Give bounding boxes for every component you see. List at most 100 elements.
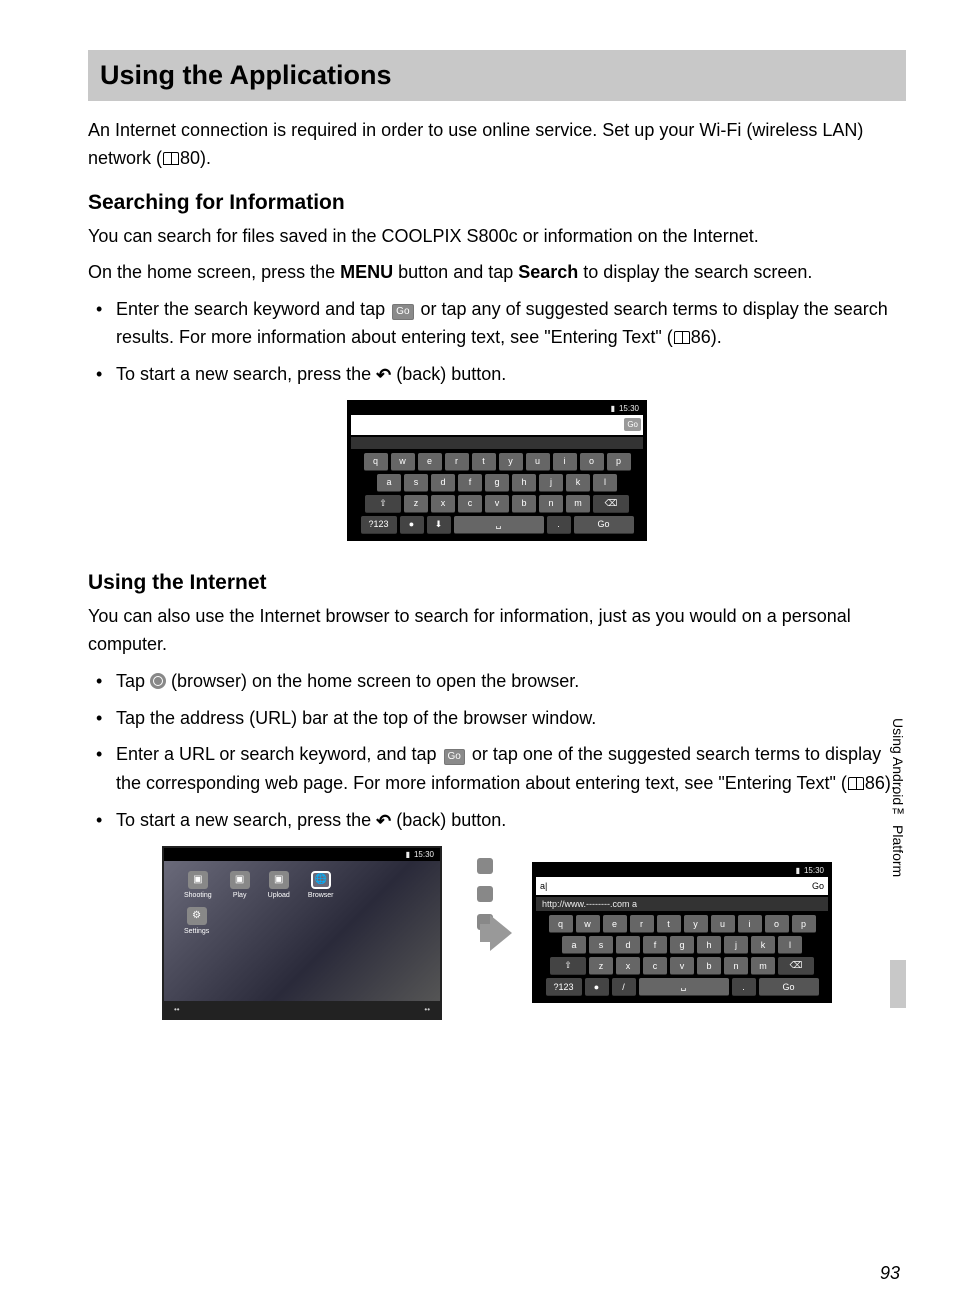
keyboard-key: c (458, 495, 482, 513)
keyboard-key: d (431, 474, 455, 492)
keyboard-key: x (616, 957, 640, 975)
section2-p1: You can also use the Internet browser to… (88, 603, 906, 659)
keyboard: qwertyuiop asdfghjkl ⇧zxcvbnm⌫ ?123●/␣.G… (534, 913, 830, 1001)
home-icon-settings: ⚙Settings (184, 907, 209, 935)
status-time: 15:30 (804, 866, 824, 875)
arrow-icon (490, 915, 512, 951)
keyboard-key: y (499, 453, 523, 471)
keyboard-key: h (512, 474, 536, 492)
keyboard-key: b (512, 495, 536, 513)
home-icon-upload: ▣Upload (268, 871, 290, 899)
keyboard-key: f (458, 474, 482, 492)
keyboard-key: q (549, 915, 573, 933)
keyboard-key: z (589, 957, 613, 975)
search-input-strip: Go (351, 415, 643, 435)
keyboard-key: g (485, 474, 509, 492)
keyboard-key: w (576, 915, 600, 933)
keyboard-key: ● (400, 516, 424, 534)
keyboard-key: r (445, 453, 469, 471)
keyboard-key: Go (759, 978, 819, 996)
figure-search-keyboard: ▮ 15:30 Go qwertyuiop asdfghjkl ⇧zxcvbnm⌫… (347, 400, 647, 541)
search-label: Search (518, 262, 578, 282)
keyboard-key: j (724, 936, 748, 954)
keyboard-key: ␣ (639, 978, 729, 996)
shooting-icon: ▣ (188, 871, 208, 889)
keyboard: qwertyuiop asdfghjkl ⇧zxcvbnm⌫ ?123●⬇␣.G… (349, 451, 645, 539)
keyboard-key: a (377, 474, 401, 492)
bullet-item: To start a new search, press the ↶ (back… (108, 360, 906, 390)
keyboard-key: a (562, 936, 586, 954)
keyboard-key: v (485, 495, 509, 513)
go-icon: Go (444, 749, 465, 765)
suggestion-strip (351, 437, 643, 449)
browser-icon (150, 673, 166, 689)
keyboard-key: p (792, 915, 816, 933)
book-icon (163, 152, 179, 165)
keyboard-key: / (612, 978, 636, 996)
back-icon: ↶ (376, 807, 391, 836)
keyboard-key: w (391, 453, 415, 471)
keyboard-key: v (670, 957, 694, 975)
keyboard-key: p (607, 453, 631, 471)
address-bar: a| Go (536, 877, 828, 895)
keyboard-key: l (593, 474, 617, 492)
bullet-item: Enter a URL or search keyword, and tap G… (108, 740, 906, 798)
keyboard-key: i (738, 915, 762, 933)
keyboard-key: y (684, 915, 708, 933)
keyboard-key: Go (574, 516, 634, 534)
keyboard-key: ⌫ (778, 957, 814, 975)
address-suggestion: http://www.--------.com a (536, 897, 828, 911)
keyboard-key: g (670, 936, 694, 954)
browser-icon: 🌐 (311, 871, 331, 889)
keyboard-key: u (526, 453, 550, 471)
keyboard-key: ⌫ (593, 495, 629, 513)
keyboard-key: ?123 (361, 516, 397, 534)
side-tab-marker (890, 960, 906, 1008)
section2-heading: Using the Internet (88, 571, 906, 595)
keyboard-key: o (765, 915, 789, 933)
keyboard-key: r (630, 915, 654, 933)
keyboard-key: x (431, 495, 455, 513)
keyboard-key: m (751, 957, 775, 975)
keyboard-key: ● (585, 978, 609, 996)
section1-p1: You can search for files saved in the CO… (88, 223, 906, 251)
go-icon: Go (392, 304, 413, 320)
keyboard-key: . (732, 978, 756, 996)
keyboard-key: s (404, 474, 428, 492)
side-grid-icon (477, 886, 493, 902)
keyboard-key: ⇧ (550, 957, 586, 975)
keyboard-key: u (711, 915, 735, 933)
status-time: 15:30 (619, 404, 639, 413)
bullet-item: Tap (browser) on the home screen to open… (108, 667, 906, 696)
bullet-item: To start a new search, press the ↶ (back… (108, 806, 906, 836)
keyboard-key: b (697, 957, 721, 975)
keyboard-key: j (539, 474, 563, 492)
battery-icon: ▮ (611, 404, 615, 413)
keyboard-key: z (404, 495, 428, 513)
book-icon (848, 777, 864, 790)
figure-browser-keyboard: ▮15:30 a| Go http://www.--------.com a q… (532, 862, 832, 1003)
home-icon-browser: 🌐Browser (308, 871, 334, 899)
section1-heading: Searching for Information (88, 191, 906, 215)
figure-browser-flow: ▮15:30 ▣Shooting▣Play▣Upload🌐Browser ⚙Se… (88, 846, 906, 1020)
bullet-item: Tap the address (URL) bar at the top of … (108, 704, 906, 733)
book-icon (674, 331, 690, 344)
play-icon: ▣ (230, 871, 250, 889)
page-number: 93 (880, 1263, 900, 1284)
go-button-mini: Go (624, 418, 641, 431)
keyboard-key: ?123 (546, 978, 582, 996)
home-icon-shooting: ▣Shooting (184, 871, 212, 899)
keyboard-key: o (580, 453, 604, 471)
page-title-bar: Using the Applications (88, 50, 906, 101)
section2-bullets: Tap (browser) on the home screen to open… (88, 667, 906, 836)
side-camera-icon (477, 858, 493, 874)
dots-right: •• (424, 1005, 430, 1014)
home-icon-play: ▣Play (230, 871, 250, 899)
upload-icon: ▣ (269, 871, 289, 889)
figure-home-screen: ▮15:30 ▣Shooting▣Play▣Upload🌐Browser ⚙Se… (162, 846, 442, 1020)
keyboard-key: t (657, 915, 681, 933)
go-button-mini: Go (812, 881, 824, 891)
keyboard-key: h (697, 936, 721, 954)
keyboard-key: e (603, 915, 627, 933)
keyboard-key: s (589, 936, 613, 954)
